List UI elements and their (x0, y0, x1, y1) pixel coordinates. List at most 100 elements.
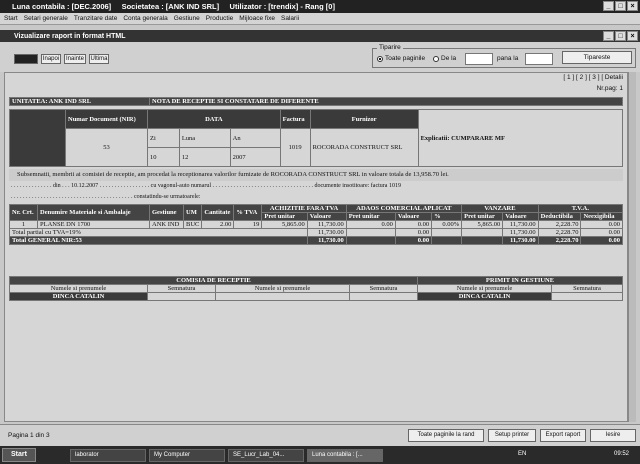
signer-2: DINCA CATALIN (417, 292, 552, 301)
menu-tranzitare[interactable]: Tranzitare date (74, 15, 117, 22)
menu-setari[interactable]: Setari generale (24, 15, 68, 22)
item-gest: ANK IND (149, 220, 184, 229)
col-pret-vanz: Pret unitar (461, 212, 504, 221)
doc-title: NOTA DE RECEPTIE SI CONSTATARE DE DIFERE… (149, 97, 623, 106)
vertical-scrollbar[interactable] (628, 72, 636, 422)
table-row: 1 PLANSE DN 1700 ANK IND BUC 2.00 19 5,8… (9, 220, 623, 229)
start-button[interactable]: Start (2, 448, 36, 462)
setup-printer-button[interactable]: Setup printer (488, 429, 536, 442)
task-laborator[interactable]: laborator (70, 448, 146, 462)
sub-maximize-button[interactable]: □ (615, 31, 626, 41)
col-cant: Cantitate (201, 204, 235, 221)
partial-val-achiz: 11,730.00 (306, 228, 347, 237)
supplier-name: ROCORADA CONSTRUCT SRL (309, 128, 419, 167)
radio-all-label: Toate paginile (385, 55, 426, 62)
report-view: [ 1 ] [ 2 ] [ 3 ] [ Detalii Nr.pag: 1 UN… (4, 72, 628, 422)
col-deduct: Deductibila (537, 212, 582, 221)
nir-number: 53 (65, 128, 148, 167)
semnatura-2: Semnatura (349, 284, 418, 293)
taskbar: Start laborator My Computer SE_Lucr_Lab_… (0, 446, 640, 464)
maximize-button[interactable]: □ (615, 1, 626, 11)
clock: 09:52 (614, 451, 630, 457)
from-page-input[interactable] (465, 53, 493, 65)
transport-text: . . . . . . . . . . . . . . din . . . 10… (11, 183, 401, 189)
menu-mijloace[interactable]: Mijloace fixe (239, 15, 275, 22)
col-nr: Nr. Crt. (9, 204, 38, 221)
col-achiz: ACHIZITIE FARA TVA (261, 204, 347, 213)
menu-salarii[interactable]: Salarii (281, 15, 299, 22)
radio-unchecked-icon (433, 55, 439, 62)
explicatii: Explicatii: CUMPARARE MF (417, 109, 624, 167)
semnatura-1: Semnatura (147, 284, 216, 293)
partial-val-vanz: 11,730.00 (502, 228, 539, 237)
menu-conta[interactable]: Conta generala (123, 15, 167, 22)
menu-start[interactable]: Start (4, 15, 18, 22)
all-pages-button[interactable]: Toate paginile la rand (408, 429, 484, 442)
nume-1: Numele si prenumele (9, 284, 148, 293)
radio-from[interactable]: De la (433, 55, 456, 62)
col-pct-adaos: % (431, 212, 463, 221)
menu-gestiune[interactable]: Gestiune (174, 15, 200, 22)
menu-productie[interactable]: Productie (206, 15, 233, 22)
back-button[interactable]: Inapoi (41, 54, 61, 64)
language-indicator[interactable]: EN (518, 451, 526, 457)
minimize-button[interactable]: _ (603, 1, 614, 11)
item-den: PLANSE DN 1700 (37, 220, 150, 229)
exit-button[interactable]: Iesire (590, 429, 636, 442)
h-furnizor: Furnizor (309, 109, 419, 129)
nume-2: Numele si prenumele (215, 284, 350, 293)
report-window-label: Vizualizare raport in format HTML (14, 32, 126, 40)
item-nr: 1 (9, 220, 38, 229)
print-legend: Tiparire (377, 44, 403, 51)
comisia-title: COMISIA DE RECEPTIE (9, 276, 418, 285)
col-neexig: Neexigibila (580, 212, 623, 221)
radio-from-label: De la (441, 55, 457, 62)
page-links[interactable]: [ 1 ] [ 2 ] [ 3 ] [ Detalii (563, 74, 623, 81)
export-button[interactable]: Export raport (540, 429, 586, 442)
sub-close-button[interactable]: × (627, 31, 638, 41)
general-val-vanz: 11,730.00 (502, 236, 539, 245)
sub-minimize-button[interactable]: _ (603, 31, 614, 41)
print-button[interactable]: Tipareste (562, 51, 632, 64)
col-pret-adaos: Pret unitar (345, 212, 396, 221)
task-lab[interactable]: SE_Lucr_Lab_04... (228, 448, 304, 462)
radio-all-pages[interactable]: Toate paginile (377, 55, 425, 62)
task-my-computer[interactable]: My Computer (149, 448, 225, 462)
general-total-row: Total GENERAL NIR:53 11,730.00 0.00 11,7… (9, 236, 623, 245)
to-page-input[interactable] (525, 53, 553, 65)
partial-val-adaos: 0.00 (394, 228, 433, 237)
item-val-achiz: 11,730.00 (306, 220, 347, 229)
signer-1: DINCA CATALIN (9, 292, 148, 301)
date-day: 10 (147, 147, 180, 167)
col-pret-achiz: Pret unitar (261, 212, 308, 221)
nume-3: Numele si prenumele (417, 284, 552, 293)
h-zi: Zi (147, 128, 180, 148)
semnatura-3: Semnatura (551, 284, 623, 293)
to-label: pana la (497, 55, 519, 62)
h-numar: Numar Document (NIR) (65, 109, 148, 129)
h-factura: Factura (279, 109, 311, 129)
invoice-number: 1019 (279, 128, 311, 167)
col-tva: T.V.A. (537, 204, 624, 213)
next-button[interactable]: Inainte (64, 54, 86, 64)
menu-bar: Start Setari generale Tranzitare date Co… (0, 13, 640, 25)
h-luna: Luna (178, 128, 231, 148)
last-button[interactable]: Ultima (89, 54, 109, 64)
app-titlebar: Luna contabila : [DEC.2006] Societatea :… (0, 0, 640, 13)
doc-info-spacer (9, 109, 66, 167)
col-vanzare: VANZARE (461, 204, 539, 213)
task-luna[interactable]: Luna contabila : [... (307, 448, 383, 462)
item-pct-adaos: 0.00% (431, 220, 463, 229)
radio-checked-icon (377, 55, 383, 62)
col-adaos: ADAOS COMERCIAL APLICAT (345, 204, 463, 213)
item-deduct: 2,228.70 (537, 220, 582, 229)
header-table: UNITATEA: ANK IND SRL NOTA DE RECEPTIE S… (9, 97, 623, 106)
general-neexig: 0.00 (580, 236, 623, 245)
item-neexig: 0.00 (580, 220, 623, 229)
close-button[interactable]: × (627, 1, 638, 11)
page-indicator: Pagina 1 din 3 (8, 432, 50, 439)
col-val-vanz: Valoare (502, 212, 539, 221)
general-val-adaos: 0.00 (394, 236, 433, 245)
first-page-button[interactable] (14, 54, 38, 64)
date-month: 12 (178, 147, 231, 167)
